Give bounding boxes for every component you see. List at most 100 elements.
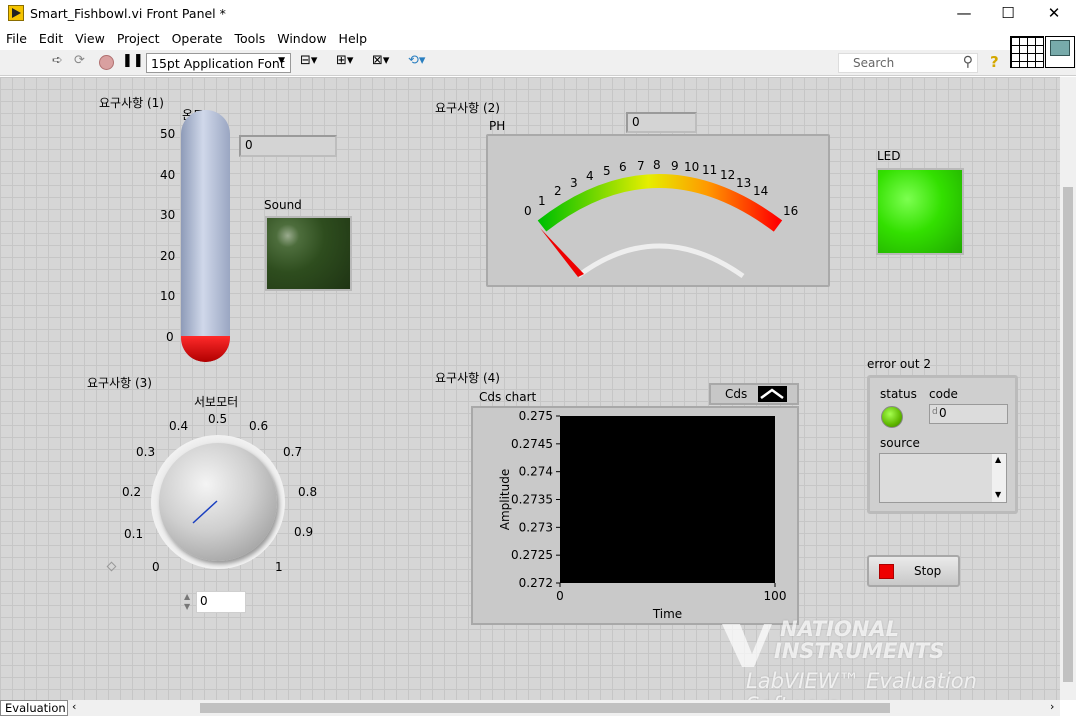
knob-tick: 0.5 [208, 412, 228, 426]
scroll-down-icon[interactable]: ▼ [995, 490, 1001, 499]
menu-operate[interactable]: Operate [166, 28, 229, 49]
thermometer[interactable] [181, 110, 230, 362]
increment-icon[interactable]: ▲ [184, 592, 190, 601]
chart-legend[interactable]: Cds [709, 383, 799, 405]
search-input[interactable]: Search ⚲ [838, 53, 978, 73]
code-field: d 0 [929, 404, 1008, 424]
legend-series-name: Cds [725, 387, 748, 401]
stop-button[interactable]: Stop [867, 555, 960, 587]
ph-numeric[interactable]: 0 [626, 112, 697, 133]
cds-chart[interactable]: 0.275 0.2745 0.274 0.2735 0.273 0.2725 0.272 0 1… [471, 406, 799, 625]
req4-label: 요구사항 (4) [435, 371, 500, 385]
y-tick-label: 0.274 [519, 465, 553, 479]
knob-tick: 0.1 [124, 527, 144, 541]
vertical-scrollbar[interactable] [1060, 77, 1076, 700]
resize-objects-icon[interactable]: ⊠▾ [372, 53, 389, 73]
led-indicator[interactable] [876, 168, 964, 255]
thermometer-bulb [181, 336, 230, 362]
watermark-line1: NATIONAL [780, 617, 900, 641]
scroll-left-icon[interactable]: ‹ [72, 700, 76, 713]
chevron-down-icon: ▼ [278, 56, 285, 66]
distribute-objects-icon[interactable]: ⊞▾ [336, 53, 353, 73]
pause-icon[interactable]: ❚❚ [122, 53, 144, 73]
horizontal-scrollbar[interactable]: ‹ › [70, 700, 1060, 716]
sound-label: Sound [264, 198, 302, 212]
close-button[interactable]: ✕ [1038, 4, 1070, 24]
menu-file[interactable]: File [0, 28, 33, 49]
y-tick-label: 0.2725 [511, 548, 553, 562]
knob-tick: 0.4 [169, 419, 189, 433]
decrement-icon[interactable]: ▼ [184, 602, 190, 611]
window-title: Smart_Fishbowl.vi Front Panel * [30, 6, 226, 21]
knob-numeric-value: 0 [196, 591, 246, 613]
ph-gauge[interactable]: 0 1 2 3 4 5 6 7 8 9 10 11 12 13 14 16 [486, 134, 830, 287]
menu-help[interactable]: Help [333, 28, 374, 49]
error-out-label: error out 2 [867, 357, 931, 371]
led-label: LED [877, 149, 901, 163]
font-select-value: 15pt Application Font [151, 56, 285, 71]
servo-knob[interactable] [151, 435, 285, 569]
x-axis-label: Time [652, 607, 682, 621]
y-tick-label: 0.275 [519, 409, 553, 423]
knob-tick: 0.2 [122, 485, 142, 499]
y-axis-label: Amplitude [498, 469, 512, 531]
thermo-tick: 0 [166, 330, 174, 344]
thermo-tick: 10 [160, 289, 176, 303]
thermo-tick: 20 [160, 249, 176, 263]
ph-tick: 16 [783, 204, 799, 218]
font-select[interactable]: 15pt Application Font ▼ [146, 53, 291, 73]
minimize-button[interactable]: — [948, 4, 980, 24]
run-arrow-icon[interactable]: ➪ [52, 53, 63, 73]
source-scrollbar[interactable]: ▲ ▼ [992, 454, 1006, 502]
ph-needle [540, 228, 584, 277]
menu-edit[interactable]: Edit [33, 28, 69, 49]
run-continuously-icon[interactable]: ⟳ [74, 53, 85, 73]
search-icon[interactable]: ⚲ [963, 54, 973, 70]
thermometer-numeric[interactable]: 0 [239, 135, 337, 157]
knob-numeric[interactable]: ▲ ▼ 0 [184, 591, 246, 613]
align-objects-icon[interactable]: ⊟▾ [300, 53, 317, 73]
knob-tick: 0.8 [298, 485, 318, 499]
code-label: code [929, 387, 958, 401]
scroll-up-icon[interactable]: ▲ [995, 455, 1001, 464]
ni-logo-icon [722, 619, 772, 669]
ph-tick: 0 [524, 204, 532, 218]
connector-pane-icon[interactable] [1010, 36, 1044, 68]
reorder-icon[interactable]: ⟲▾ [408, 53, 425, 73]
hscroll-thumb[interactable] [200, 703, 890, 713]
req1-label: 요구사항 (1) [99, 96, 164, 110]
scroll-right-icon[interactable]: › [1050, 700, 1054, 713]
abort-icon[interactable] [99, 55, 114, 70]
knob-tick: 0.7 [283, 445, 303, 459]
y-tick-label: 0.273 [519, 520, 553, 534]
ph-tick: 4 [586, 169, 594, 183]
scroll-thumb[interactable] [1063, 187, 1073, 682]
ph-tick: 7 [637, 159, 645, 173]
help-button[interactable]: ? [990, 53, 999, 73]
sound-led[interactable] [265, 216, 352, 291]
menu-view[interactable]: View [69, 28, 111, 49]
ph-tick: 9 [671, 159, 679, 173]
chart-svg: 0.275 0.2745 0.274 0.2735 0.273 0.2725 0.2720 1… [498, 409, 786, 621]
menu-window[interactable]: Window [271, 28, 332, 49]
source-field: ▲ ▼ [879, 453, 1007, 503]
toolbar: ➪ ⟳ ❚❚ 15pt Application Font ▼ ⊟▾ ⊞▾ ⊠▾ … [0, 36, 1076, 76]
knob-pointer [192, 500, 218, 524]
plot-area [560, 416, 775, 583]
menu-project[interactable]: Project [111, 28, 166, 49]
ph-label: PH [489, 119, 506, 133]
status-bar: Evaluation [0, 700, 70, 716]
y-tick-label: 0.2745 [511, 437, 553, 451]
source-label: source [880, 436, 920, 450]
maximize-button[interactable]: ☐ [992, 4, 1024, 24]
evaluation-tab[interactable]: Evaluation [0, 700, 68, 716]
search-placeholder: Search [853, 56, 895, 70]
ph-tick: 1 [538, 194, 546, 208]
status-indicator [881, 406, 903, 428]
menu-tools[interactable]: Tools [228, 28, 271, 49]
watermark-line3: LabVIEW™ Evaluation Software [746, 669, 977, 700]
vi-icon[interactable] [1045, 36, 1075, 68]
watermark-line2: INSTRUMENTS [774, 639, 945, 663]
ph-tick: 5 [603, 164, 611, 178]
knob-tick: 1 [275, 560, 283, 574]
